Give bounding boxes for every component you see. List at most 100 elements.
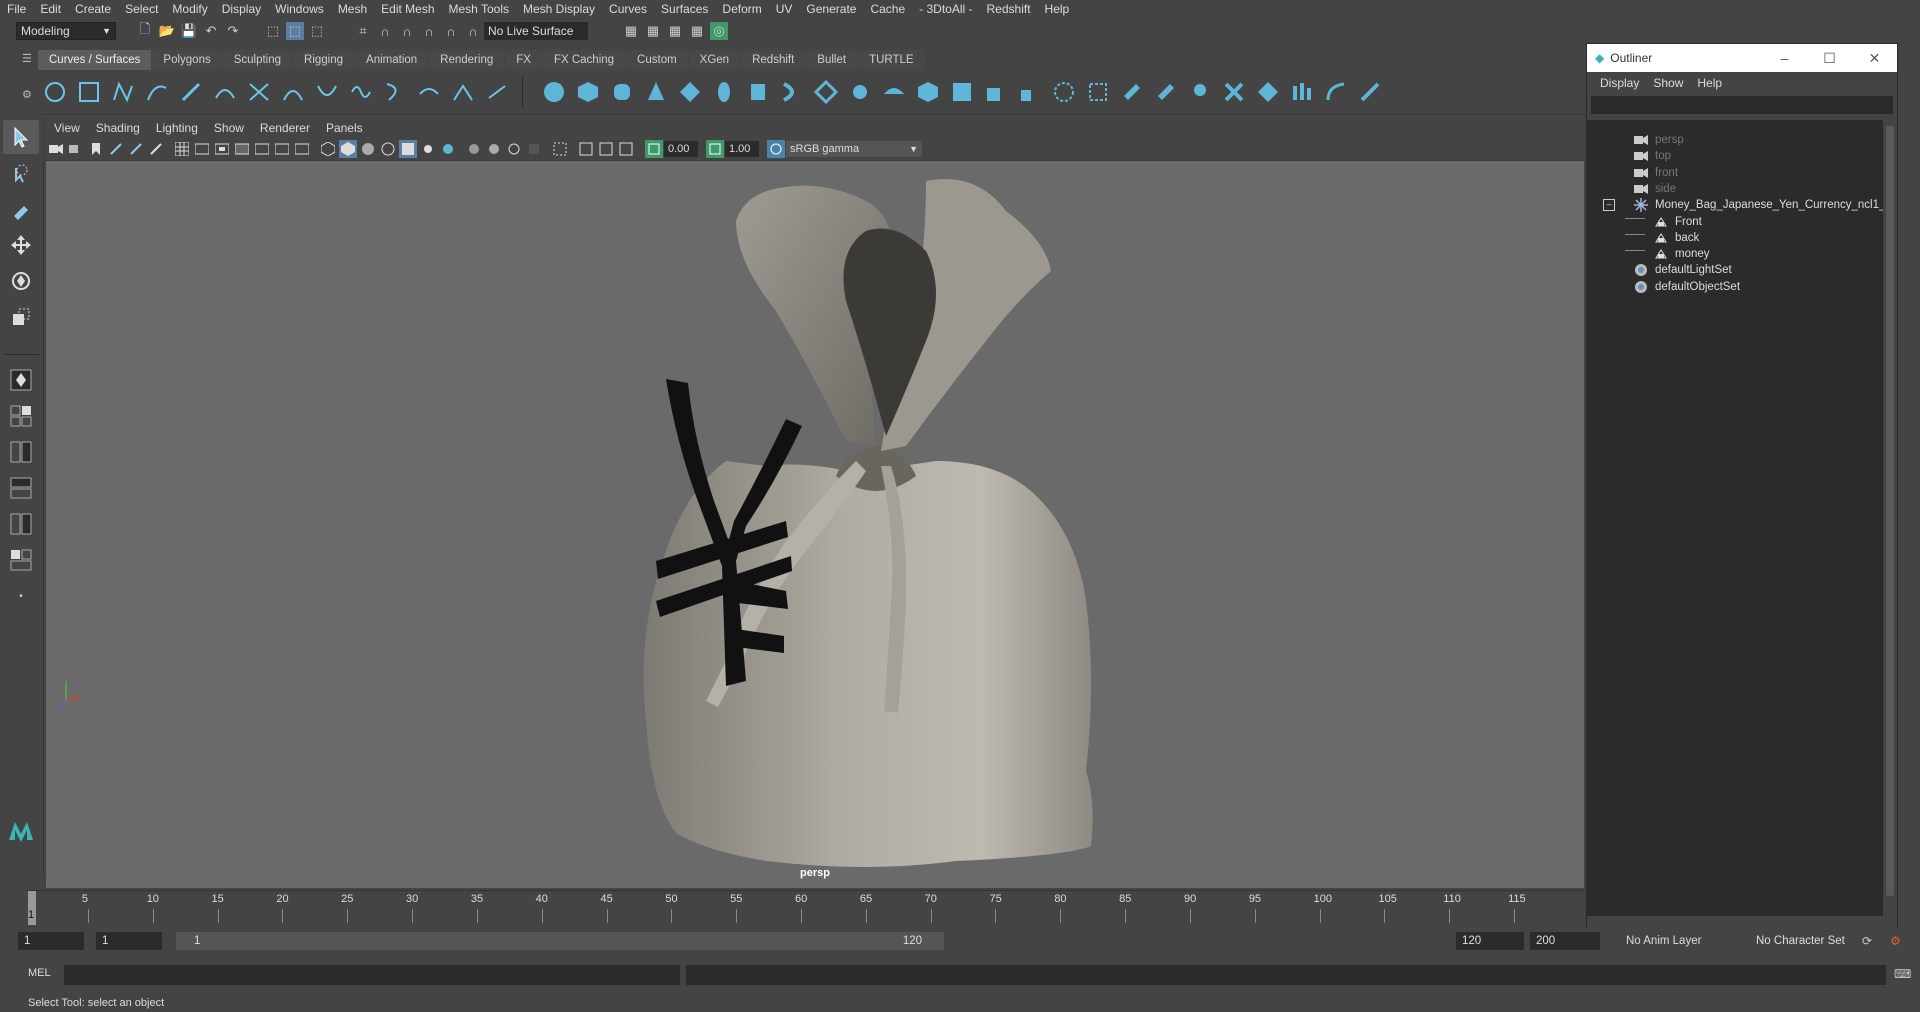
ep-curve-icon[interactable] bbox=[140, 75, 174, 109]
shelf-tab-fx-caching[interactable]: FX Caching bbox=[542, 50, 626, 70]
menu-generate[interactable]: Generate bbox=[799, 2, 863, 16]
outliner-item[interactable]: defaultObjectSet bbox=[1633, 277, 1740, 297]
menu-windows[interactable]: Windows bbox=[268, 2, 331, 16]
menu-select[interactable]: Select bbox=[118, 2, 165, 16]
range-slider[interactable]: 1 120 bbox=[176, 932, 944, 950]
scale-tool-icon[interactable] bbox=[3, 300, 39, 334]
render-frame-icon[interactable]: ▦ bbox=[644, 22, 662, 40]
snap-view-plane-icon[interactable]: ∩ bbox=[442, 22, 460, 40]
birail-icon[interactable] bbox=[877, 75, 911, 109]
nurbs-torus-icon[interactable] bbox=[707, 75, 741, 109]
shelf-tab-custom[interactable]: Custom bbox=[626, 50, 688, 70]
nurbs-plane-icon[interactable] bbox=[673, 75, 707, 109]
outliner-menu-show[interactable]: Show bbox=[1646, 76, 1690, 90]
detach-curves-icon[interactable] bbox=[276, 75, 310, 109]
default-material-icon[interactable] bbox=[359, 140, 377, 158]
outliner-search-field[interactable] bbox=[1591, 96, 1893, 114]
shelf-tab-redshift[interactable]: Redshift bbox=[741, 50, 806, 70]
nurbs-cube-icon[interactable] bbox=[571, 75, 605, 109]
offset-curve-icon[interactable] bbox=[378, 75, 412, 109]
open-close-surface-icon[interactable] bbox=[1217, 75, 1251, 109]
square-surface-icon[interactable] bbox=[945, 75, 979, 109]
viewport-menu-shading[interactable]: Shading bbox=[88, 121, 148, 135]
render-view-icon[interactable]: ▦ bbox=[688, 22, 706, 40]
select-component-icon[interactable]: ⬚ bbox=[308, 22, 326, 40]
hypershade-icon[interactable]: ◎ bbox=[710, 22, 728, 40]
xray-active-components-icon[interactable] bbox=[597, 140, 615, 158]
grid-toggle-icon[interactable] bbox=[173, 140, 191, 158]
select-tool-icon[interactable] bbox=[3, 120, 39, 154]
trim-tool-icon[interactable] bbox=[1081, 75, 1115, 109]
collapse-icon[interactable]: – bbox=[1603, 199, 1615, 212]
shelf-tab-bullet[interactable]: Bullet bbox=[806, 50, 858, 70]
menu-help[interactable]: Help bbox=[1038, 2, 1077, 16]
minimize-icon[interactable]: – bbox=[1762, 50, 1807, 67]
gamma-icon[interactable] bbox=[706, 140, 724, 158]
detach-surfaces-icon[interactable] bbox=[1183, 75, 1217, 109]
sculpt-geometry-icon[interactable] bbox=[1353, 75, 1387, 109]
select-object-icon[interactable]: ⬚ bbox=[286, 22, 304, 40]
open-scene-icon[interactable]: 📂 bbox=[158, 22, 176, 40]
boundary-icon[interactable] bbox=[911, 75, 945, 109]
rebuild-curve-icon[interactable] bbox=[412, 75, 446, 109]
bookmark-icon[interactable] bbox=[87, 140, 105, 158]
shadows-icon[interactable] bbox=[439, 140, 457, 158]
menu-mesh[interactable]: Mesh bbox=[331, 2, 374, 16]
field-chart-icon[interactable] bbox=[253, 140, 271, 158]
add-points-icon[interactable] bbox=[446, 75, 480, 109]
viewport-menu-view[interactable]: View bbox=[46, 121, 88, 135]
redo-icon[interactable]: ↷ bbox=[224, 22, 242, 40]
backface-culling-icon[interactable] bbox=[617, 140, 635, 158]
use-all-lights-icon[interactable] bbox=[419, 140, 437, 158]
shelf-tab-polygons[interactable]: Polygons bbox=[152, 50, 222, 70]
pencil-curve-icon[interactable] bbox=[174, 75, 208, 109]
hypershade-persp-layout-icon[interactable] bbox=[3, 543, 39, 577]
menu-mesh-display[interactable]: Mesh Display bbox=[516, 2, 602, 16]
intersect-surfaces-icon[interactable] bbox=[1013, 75, 1047, 109]
safe-action-icon[interactable] bbox=[273, 140, 291, 158]
viewport-menu-lighting[interactable]: Lighting bbox=[148, 121, 206, 135]
shelf-tab-sculpting[interactable]: Sculpting bbox=[222, 50, 293, 70]
live-surface-field[interactable]: No Live Surface bbox=[484, 22, 588, 40]
shelf-tab-xgen[interactable]: XGen bbox=[688, 50, 741, 70]
shelf-tab-rendering[interactable]: Rendering bbox=[429, 50, 505, 70]
rebuild-surface-icon[interactable] bbox=[1319, 75, 1353, 109]
menu-curves[interactable]: Curves bbox=[602, 2, 654, 16]
undo-icon[interactable]: ↶ bbox=[202, 22, 220, 40]
arc-icon[interactable] bbox=[208, 75, 242, 109]
viewport-menu-panels[interactable]: Panels bbox=[318, 121, 371, 135]
menu-surfaces[interactable]: Surfaces bbox=[654, 2, 715, 16]
extrude-icon[interactable] bbox=[843, 75, 877, 109]
make-live-icon[interactable]: ∩ bbox=[464, 22, 482, 40]
untrim-icon[interactable] bbox=[1115, 75, 1149, 109]
insert-isoparms-icon[interactable] bbox=[1251, 75, 1285, 109]
menu-mesh-tools[interactable]: Mesh Tools bbox=[442, 2, 516, 16]
rotate-tool-icon[interactable] bbox=[3, 264, 39, 298]
current-time-field[interactable]: 1 bbox=[96, 932, 162, 950]
snap-point-icon[interactable]: ∩ bbox=[398, 22, 416, 40]
render-settings-icon[interactable]: ▦ bbox=[622, 22, 640, 40]
attach-curves-icon[interactable] bbox=[242, 75, 276, 109]
start-time-field[interactable]: 1 bbox=[18, 932, 84, 950]
nurbs-sphere-icon[interactable] bbox=[537, 75, 571, 109]
auto-key-icon[interactable]: ⟳ bbox=[1862, 934, 1878, 950]
preferences-icon[interactable]: ⚙ bbox=[1890, 934, 1906, 950]
menu-edit-mesh[interactable]: Edit Mesh bbox=[374, 2, 441, 16]
end-time-field[interactable]: 120 bbox=[1456, 932, 1524, 950]
2d-pan-zoom-icon[interactable] bbox=[127, 140, 145, 158]
color-space-dropdown[interactable]: sRGB gamma ▼ bbox=[786, 141, 922, 157]
screen-space-ao-icon[interactable] bbox=[465, 140, 483, 158]
shelf-settings-icon[interactable]: ⚙ bbox=[22, 88, 34, 102]
nurbs-square-icon[interactable] bbox=[72, 75, 106, 109]
shelf-tab-rigging[interactable]: Rigging bbox=[293, 50, 355, 70]
menu-modify[interactable]: Modify bbox=[165, 2, 214, 16]
depth-of-field-icon[interactable] bbox=[525, 140, 543, 158]
insert-knot-icon[interactable] bbox=[310, 75, 344, 109]
select-camera-icon[interactable] bbox=[47, 140, 65, 158]
color-management-icon[interactable] bbox=[767, 140, 785, 158]
shelf-tab-turtle[interactable]: TURTLE bbox=[858, 50, 925, 70]
menu-uv[interactable]: UV bbox=[769, 2, 800, 16]
select-hierarchy-icon[interactable]: ⬚ bbox=[264, 22, 282, 40]
gate-mask-icon[interactable] bbox=[233, 140, 251, 158]
loft-icon[interactable] bbox=[775, 75, 809, 109]
